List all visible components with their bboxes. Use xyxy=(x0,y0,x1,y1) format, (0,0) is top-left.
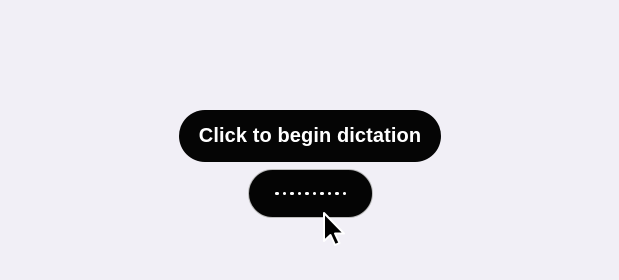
arrow-pointer-icon xyxy=(323,212,345,246)
dictation-tooltip: Click to begin dictation xyxy=(179,110,441,162)
dictation-button[interactable] xyxy=(248,169,373,218)
dictation-dot xyxy=(327,191,331,196)
dictation-dot xyxy=(320,191,324,196)
dictation-dot xyxy=(312,191,316,196)
dictation-dot xyxy=(275,191,279,196)
tooltip-label: Click to begin dictation xyxy=(198,124,422,147)
dictation-dot xyxy=(335,191,339,196)
dictation-dot xyxy=(305,191,309,196)
dictation-dot xyxy=(297,191,301,196)
dictation-dot xyxy=(290,191,294,196)
dictation-dots-indicator xyxy=(275,191,346,196)
dictation-dot xyxy=(282,191,286,196)
dictation-dot xyxy=(342,191,346,196)
